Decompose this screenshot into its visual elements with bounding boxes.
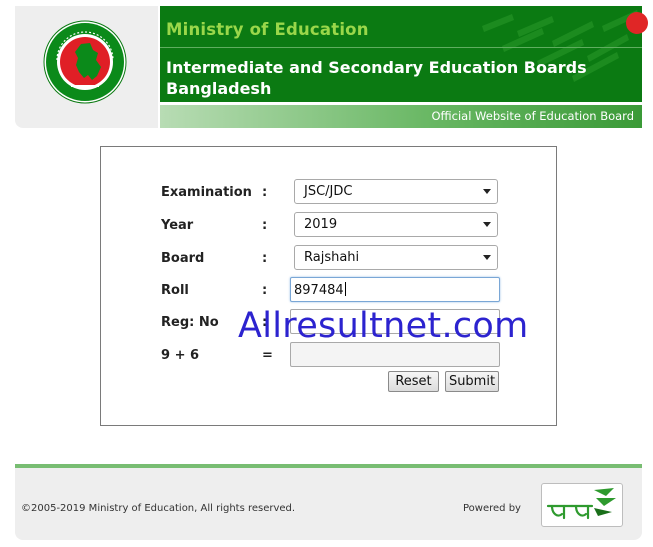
year-colon: : [262, 218, 268, 233]
official-website-label: Official Website of Education Board [431, 109, 634, 123]
chevron-down-icon [483, 222, 491, 227]
year-select[interactable]: 2019 [294, 212, 498, 237]
board-label: Board [161, 251, 205, 266]
result-search-form: Examination : JSC/JDC Year : 2019 Board … [100, 146, 557, 426]
teletalk-logo[interactable] [541, 483, 623, 527]
reg-label: Reg: No [161, 315, 219, 330]
header-subbar: Official Website of Education Board [160, 105, 642, 128]
ministry-title: Ministry of Education [166, 20, 369, 39]
roll-input[interactable]: 897484 [290, 277, 500, 302]
board-colon: : [262, 251, 268, 266]
year-select-value: 2019 [304, 217, 338, 232]
exam-row: Examination : JSC/JDC [101, 179, 556, 207]
chevron-down-icon [483, 189, 491, 194]
board-row: Board : Rajshahi [101, 245, 556, 273]
submit-button[interactable]: Submit [445, 371, 499, 392]
page-frame: Ministry of Education Intermediate and S… [15, 6, 648, 540]
roll-label: Roll [161, 283, 189, 298]
reset-button[interactable]: Reset [388, 371, 439, 392]
exam-colon: : [262, 185, 268, 200]
board-select[interactable]: Rajshahi [294, 245, 498, 270]
chevron-down-icon [483, 255, 491, 260]
government-seal-icon [43, 20, 127, 104]
red-sun-icon [626, 12, 648, 34]
roll-row: Roll : 897484 [101, 277, 556, 305]
exam-select-value: JSC/JDC [304, 184, 353, 199]
copyright-text: ©2005-2019 Ministry of Education, All ri… [21, 503, 296, 514]
boards-title: Intermediate and Secondary Education Boa… [166, 58, 587, 98]
year-label: Year [161, 218, 194, 233]
exam-label: Examination [161, 185, 252, 200]
captcha-label: 9 + 6 [161, 348, 200, 363]
powered-by-label: Powered by [463, 503, 521, 514]
roll-colon: : [262, 283, 268, 298]
logo-panel [15, 6, 158, 128]
captcha-equals: = [262, 348, 273, 363]
watermark-text: Allresultnet.com [238, 306, 529, 346]
captcha-row: 9 + 6 = [101, 342, 556, 370]
roll-input-value: 897484 [294, 282, 346, 298]
header-banner: Ministry of Education Intermediate and S… [160, 6, 648, 102]
button-row: Reset Submit [101, 371, 556, 399]
site-footer: ©2005-2019 Ministry of Education, All ri… [15, 468, 642, 540]
header-divider [160, 47, 642, 48]
board-select-value: Rajshahi [304, 250, 360, 265]
exam-select[interactable]: JSC/JDC [294, 179, 498, 204]
teletalk-logo-icon [546, 488, 616, 520]
year-row: Year : 2019 [101, 212, 556, 240]
site-header: Ministry of Education Intermediate and S… [15, 6, 648, 128]
